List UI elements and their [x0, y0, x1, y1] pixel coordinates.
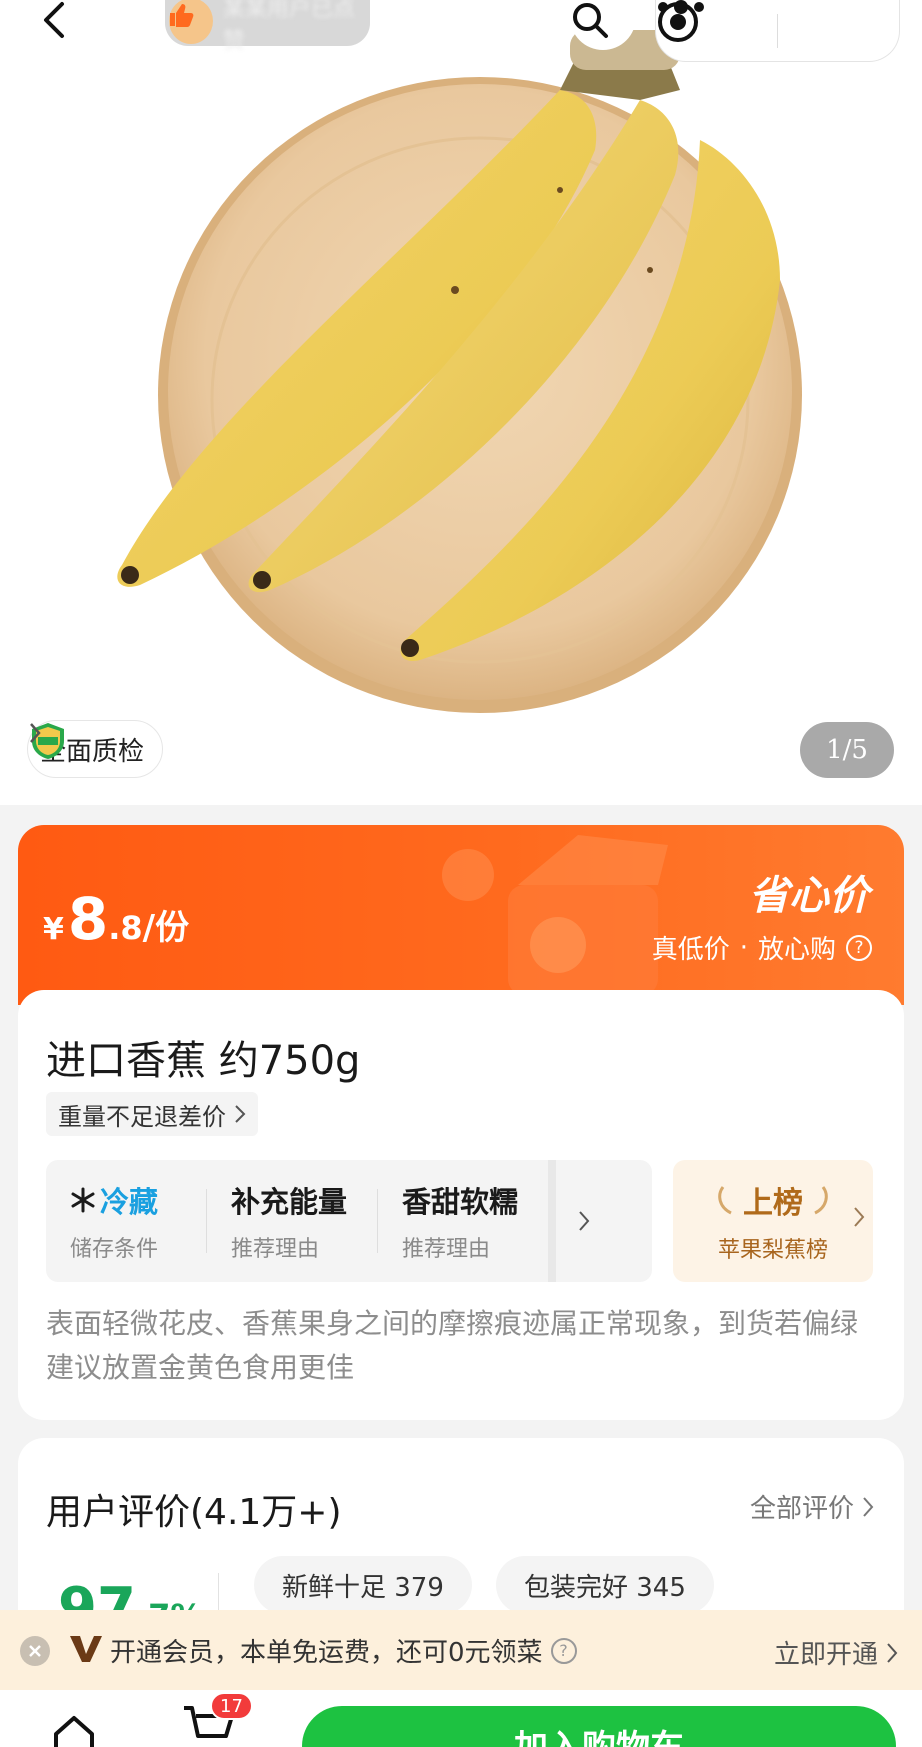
price-unit: /份: [142, 908, 190, 948]
ranking-subtitle: 苹果梨蕉榜: [717, 1238, 828, 1263]
chevron-right-icon: [579, 1211, 590, 1231]
product-attributes[interactable]: 冷藏 储存条件 补充能量 推荐理由 香甜软糯 推荐理由: [46, 1160, 652, 1282]
add-to-cart-button[interactable]: 加入购物车: [302, 1706, 896, 1747]
attribute-main: 香甜软糯: [402, 1185, 519, 1219]
join-membership-label: 立即开通: [773, 1640, 878, 1670]
banner-title: 省心价: [749, 873, 869, 919]
chevron-right-icon: [863, 1496, 874, 1517]
attribute-main-text: 冷藏: [100, 1185, 159, 1219]
banner-sub-2: 放心购: [757, 935, 836, 965]
attributes-more-button[interactable]: [548, 1160, 612, 1282]
product-description: 表面轻微花皮、香蕉果身之间的摩擦痕迹属正常现象，到货若偏绿建议放置金黄色食用更佳: [46, 1307, 859, 1384]
search-icon: [573, 3, 608, 38]
reviews-title: 用户评价(4.1万+): [46, 1492, 342, 1533]
laurel-right-icon: [814, 1186, 828, 1215]
attribute-sub: 推荐理由: [231, 1237, 320, 1262]
membership-text-label: 开通会员，本单免运费，还可0元领菜: [110, 1638, 543, 1668]
cart-count-badge: 17: [210, 1692, 253, 1720]
help-icon[interactable]: ?: [550, 1637, 577, 1664]
refund-tag-label: 重量不足退差价: [58, 1102, 226, 1131]
attribute-sub: 储存条件: [70, 1237, 159, 1262]
membership-text: 开通会员，本单免运费，还可0元领菜 ?: [110, 1632, 577, 1669]
all-reviews-link[interactable]: 全部评价: [750, 1488, 874, 1525]
home-icon[interactable]: [52, 1712, 96, 1747]
close-icon: [29, 1645, 41, 1657]
refund-tag[interactable]: 重量不足退差价: [46, 1092, 258, 1136]
chevron-right-icon: [235, 1105, 246, 1123]
price-currency: ¥: [43, 912, 64, 947]
chevron-right-icon: [854, 1207, 865, 1227]
image-counter: 1/5: [800, 722, 894, 778]
membership-banner: 开通会员，本单免运费，还可0元领菜 ? 立即开通: [0, 1610, 922, 1690]
chevron-left-icon: [44, 2, 64, 38]
product-name: 进口香蕉 约750g: [46, 1038, 361, 1084]
banner-sub-dot: ·: [739, 932, 748, 963]
attribute-reason: 补充能量 推荐理由: [207, 1160, 377, 1282]
price-integer: 8: [67, 885, 109, 953]
chevron-right-icon: [30, 723, 41, 743]
price: ¥ 8 .8 /份: [43, 885, 189, 953]
help-icon: ?: [846, 934, 872, 961]
join-membership-button[interactable]: 立即开通: [774, 1634, 898, 1671]
all-reviews-label: 全部评价: [749, 1494, 854, 1524]
miniapp-capsule: [655, 0, 900, 62]
product-image-gallery[interactable]: 某某用户已点赞 全面质检 1/5: [0, 0, 922, 805]
chevron-right-icon: [887, 1642, 898, 1663]
attribute-reason: 香甜软糯 推荐理由: [378, 1160, 548, 1282]
liked-users-pill[interactable]: 某某用户已点赞: [165, 0, 370, 54]
review-tag[interactable]: 包装完好 345: [496, 1556, 714, 1614]
liked-users-text: 某某用户已点赞: [222, 0, 355, 54]
product-info-card: 进口香蕉 约750g 重量不足退差价 冷藏 储存条件 补充能量 推荐理由 香甜软…: [18, 990, 904, 1420]
snowflake-icon: [71, 1187, 95, 1213]
quality-inspection-link[interactable]: 全面质检: [27, 720, 164, 778]
review-tag[interactable]: 新鲜十足 379: [254, 1556, 472, 1614]
attribute-main: 补充能量: [231, 1185, 348, 1219]
price-decimal: .8: [108, 909, 143, 947]
banner-sub-1: 真低价: [651, 935, 730, 965]
banana-product-image: [117, 30, 802, 713]
close-miniapp-button[interactable]: [658, 0, 899, 61]
attribute-sub: 推荐理由: [402, 1237, 491, 1262]
banner-subtitle[interactable]: 真低价 · 放心购 ?: [652, 929, 872, 966]
target-icon: [658, 2, 698, 42]
ranking-badge[interactable]: 上榜 苹果梨蕉榜: [673, 1160, 873, 1282]
vip-logo-icon: [70, 1636, 102, 1662]
back-button[interactable]: [40, 0, 90, 40]
laurel-left-icon: [718, 1186, 732, 1215]
bottom-action-bar: 17 加入购物车: [0, 1690, 922, 1747]
ranking-title-text: 上榜: [743, 1186, 803, 1221]
ranking-title: 上榜: [715, 1178, 831, 1222]
close-banner-button[interactable]: [20, 1636, 50, 1666]
price-banner: ¥ 8 .8 /份 省心价 真低价 · 放心购 ?: [18, 825, 904, 1005]
attribute-main: 冷藏: [70, 1179, 206, 1221]
attribute-storage: 冷藏 储存条件: [46, 1160, 206, 1282]
thumbs-up-icon: [169, 0, 213, 44]
